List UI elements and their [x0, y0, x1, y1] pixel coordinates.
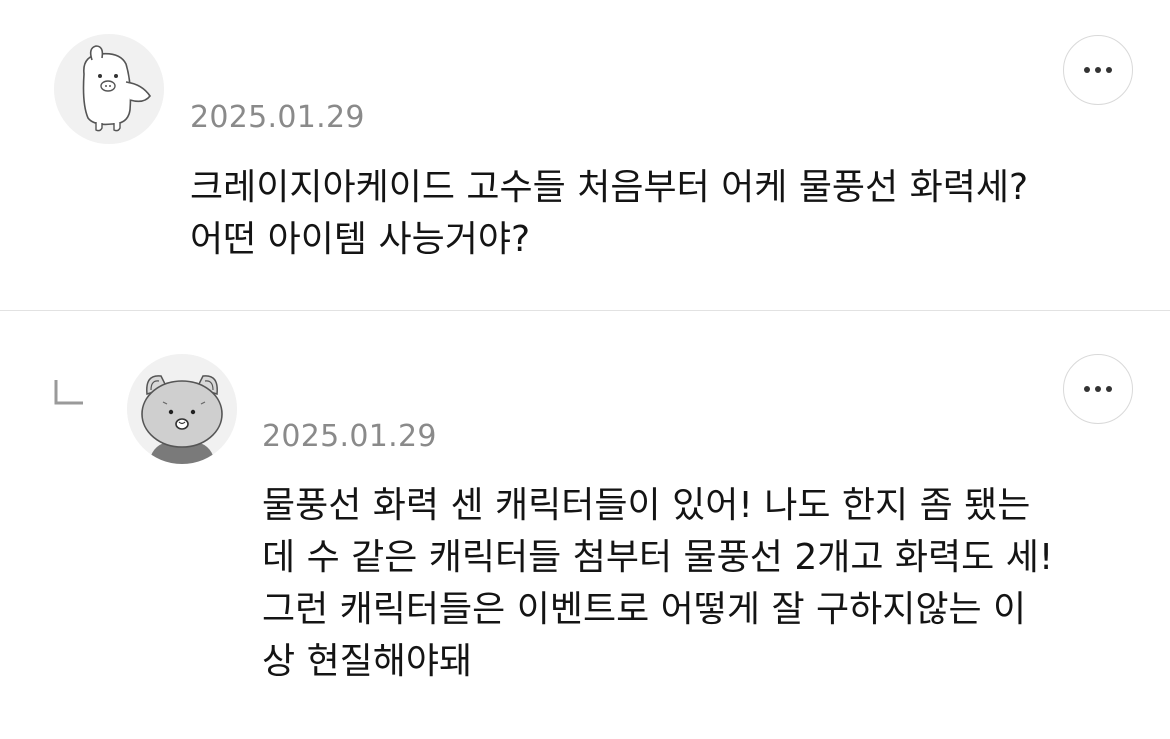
- more-horizontal-icon: [1084, 67, 1112, 73]
- more-horizontal-icon: [1084, 386, 1112, 392]
- comment-text-line: 그런 캐릭터들은 이벤트로 어떻게 잘 구하지않는 이: [262, 589, 1027, 630]
- comment-text: 물풍선 화력 센 캐릭터들이 있어! 나도 한지 좀 됐는 데 수 같은 캐릭터…: [262, 480, 1053, 688]
- comment-date: 2025.01.29: [190, 100, 365, 135]
- bear-avatar-icon[interactable]: [54, 34, 164, 144]
- comment-text-line: 데 수 같은 캐릭터들 첨부터 물풍선 2개고 화력도 세!: [262, 537, 1054, 578]
- reply-comment-item: 2025.01.29 물풍선 화력 센 캐릭터들이 있어! 나도 한지 좀 됐는…: [0, 311, 1170, 739]
- more-options-button[interactable]: [1063, 354, 1133, 424]
- cat-avatar-icon[interactable]: [127, 354, 237, 464]
- comment-text-line: 어떤 아이템 사능거야?: [190, 219, 531, 260]
- reply-corner-icon: [54, 378, 84, 406]
- comment-item: 2025.01.29 크레이지아케이드 고수들 처음부터 어케 물풍선 화력세?…: [0, 0, 1170, 310]
- comment-text-line: 상 현질해야돼: [262, 641, 473, 682]
- comment-text-line: 물풍선 화력 센 캐릭터들이 있어! 나도 한지 좀 됐는: [262, 485, 1031, 526]
- comment-text-line: 크레이지아케이드 고수들 처음부터 어케 물풍선 화력세?: [190, 167, 1029, 208]
- comment-text: 크레이지아케이드 고수들 처음부터 어케 물풍선 화력세? 어떤 아이템 사능거…: [190, 162, 1028, 266]
- more-options-button[interactable]: [1063, 35, 1133, 105]
- comment-date: 2025.01.29: [262, 419, 437, 454]
